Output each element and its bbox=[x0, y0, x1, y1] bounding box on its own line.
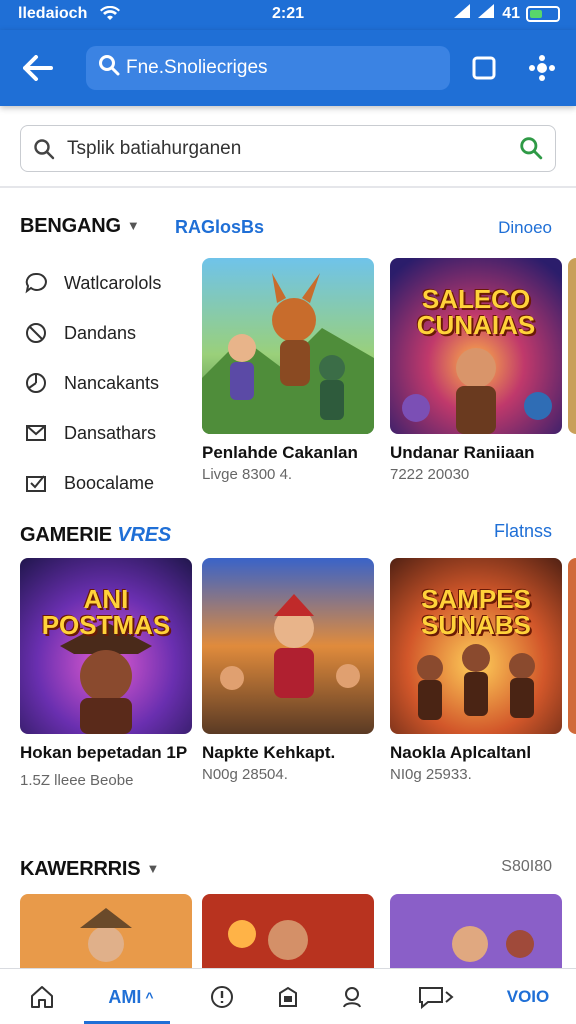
checkbox-icon bbox=[24, 471, 64, 495]
app-thumbnail[interactable] bbox=[568, 558, 576, 734]
category-label: Dansathars bbox=[64, 422, 157, 443]
section-title[interactable]: KAWERRRIS ▼ bbox=[20, 858, 159, 881]
category-item[interactable]: Boocalame bbox=[24, 458, 194, 508]
see-more-link[interactable]: Flatnss bbox=[494, 521, 552, 542]
content-search-input[interactable]: Tsplik batiahurganen bbox=[20, 125, 556, 172]
app-card[interactable]: ANI POSTMAS Hokan bepetadan 1P 1.5Z llee… bbox=[20, 558, 192, 789]
chevron-up-icon: ^ bbox=[145, 989, 154, 1005]
bottom-tab-bar: AMI ^ VOIO bbox=[0, 968, 576, 1024]
tab-label-right[interactable]: VOIO bbox=[490, 979, 566, 1015]
app-card[interactable] bbox=[390, 894, 562, 970]
app-meta: 1.5Z lleee Beobe bbox=[20, 772, 134, 789]
top-search-field[interactable]: Fne.Snoliecriges bbox=[86, 46, 450, 90]
divider bbox=[0, 186, 576, 188]
category-list: Watlcarolols Dandans Nancakants Dansatha… bbox=[24, 258, 194, 508]
app-thumbnail[interactable]: SALECO CUNAIAS bbox=[390, 258, 562, 434]
app-thumbnail[interactable] bbox=[568, 258, 576, 434]
info-icon[interactable] bbox=[204, 979, 240, 1015]
category-label: Boocalame bbox=[64, 472, 155, 493]
chevron-down-icon: ▼ bbox=[146, 861, 160, 876]
app-title: Penlahde Cakanlan bbox=[202, 443, 358, 462]
app-meta: Livge 8300 4. bbox=[202, 466, 293, 483]
pie-clock-icon bbox=[24, 371, 64, 395]
app-card[interactable]: SAMPES SUNABS Naokla Aplcaltanl NI0g 259… bbox=[390, 558, 562, 783]
category-label: Nancakants bbox=[64, 372, 160, 393]
app-title: Naokla Aplcaltanl bbox=[390, 743, 532, 762]
home-icon[interactable] bbox=[24, 979, 60, 1015]
app-thumbnail[interactable] bbox=[20, 894, 192, 970]
signal-label: 41 bbox=[502, 4, 520, 22]
block-icon bbox=[24, 321, 64, 345]
see-more-link[interactable]: Dinoeo bbox=[498, 218, 552, 238]
store-icon[interactable] bbox=[270, 979, 306, 1015]
see-more-link[interactable]: S80I80 bbox=[501, 858, 552, 876]
chat-icon[interactable] bbox=[412, 979, 460, 1015]
status-icons: 41 bbox=[454, 4, 560, 23]
section-title[interactable]: BENGANG ▼ bbox=[20, 215, 140, 238]
search-icon bbox=[33, 138, 67, 160]
tab-active[interactable]: AMI ^ bbox=[96, 979, 166, 1015]
search-value: Tsplik batiahurganen bbox=[67, 137, 242, 159]
tab-label: AMI bbox=[108, 986, 142, 1007]
app-bar: Fne.Snoliecriges bbox=[0, 30, 576, 106]
search-icon bbox=[98, 54, 126, 82]
category-item[interactable]: Dandans bbox=[24, 308, 194, 358]
signal-icon bbox=[478, 4, 496, 23]
app-thumbnail[interactable] bbox=[202, 258, 374, 434]
status-bar: lledaioch 2:21 41 bbox=[0, 0, 576, 30]
speech-bubble-icon bbox=[24, 271, 64, 295]
category-label: Dandans bbox=[64, 322, 137, 343]
app-card[interactable]: SALECO CUNAIAS Undanar Raniiaan 7222 200… bbox=[390, 258, 562, 483]
chevron-down-icon: ▼ bbox=[126, 218, 140, 233]
app-title: Undanar Raniiaan bbox=[390, 443, 535, 462]
app-meta: 7222 20030 bbox=[390, 466, 470, 483]
battery-icon bbox=[526, 5, 560, 22]
section-title: GAMERIE VRES bbox=[20, 524, 171, 547]
app-thumbnail[interactable] bbox=[390, 894, 562, 970]
app-card[interactable]: Penlahde Cakanlan Livge 8300 4. bbox=[202, 258, 374, 483]
app-thumbnail[interactable]: SAMPES SUNABS bbox=[390, 558, 562, 734]
app-title: Napkte Kehkapt. bbox=[202, 743, 336, 762]
app-card[interactable] bbox=[20, 894, 192, 970]
top-search-text: Fne.Snoliecriges bbox=[126, 57, 268, 78]
app-thumbnail[interactable] bbox=[202, 558, 374, 734]
app-title: Hokan bepetadan 1P bbox=[20, 743, 188, 762]
extension-icon[interactable] bbox=[524, 50, 560, 86]
section-title-text: KAWERRRIS bbox=[20, 858, 141, 880]
app-card[interactable]: Napkte Kehkapt. N00g 28504. bbox=[202, 558, 374, 783]
app-art-text: SAMPES SUNABS bbox=[421, 584, 531, 640]
mail-icon bbox=[24, 421, 64, 445]
section-title-accent: VRES bbox=[117, 524, 171, 546]
search-go-icon[interactable] bbox=[519, 136, 543, 166]
app-meta: NI0g 25933. bbox=[390, 766, 472, 783]
app-thumbnail[interactable]: ANI POSTMAS bbox=[20, 558, 192, 734]
back-arrow-icon[interactable] bbox=[20, 50, 56, 86]
section-tab[interactable]: RAGlosBs bbox=[175, 217, 264, 238]
category-item[interactable]: Nancakants bbox=[24, 358, 194, 408]
tabs-square-icon[interactable] bbox=[466, 50, 502, 86]
section-title-text: GAMERIE bbox=[20, 524, 112, 546]
profile-icon[interactable] bbox=[334, 979, 370, 1015]
category-item[interactable]: Dansathars bbox=[24, 408, 194, 458]
app-card[interactable] bbox=[202, 894, 374, 970]
app-art-text: SALECO CUNAIAS bbox=[416, 284, 536, 340]
app-card-partial[interactable] bbox=[568, 558, 576, 734]
app-art-text: ANI POSTMAS bbox=[41, 584, 171, 640]
signal-icon bbox=[454, 4, 472, 23]
section-title-text: BENGANG bbox=[20, 215, 121, 237]
category-item[interactable]: Watlcarolols bbox=[24, 258, 194, 308]
app-thumbnail[interactable] bbox=[202, 894, 374, 970]
app-meta: N00g 28504. bbox=[202, 766, 288, 783]
category-label: Watlcarolols bbox=[64, 272, 162, 293]
app-card-partial[interactable] bbox=[568, 258, 576, 434]
